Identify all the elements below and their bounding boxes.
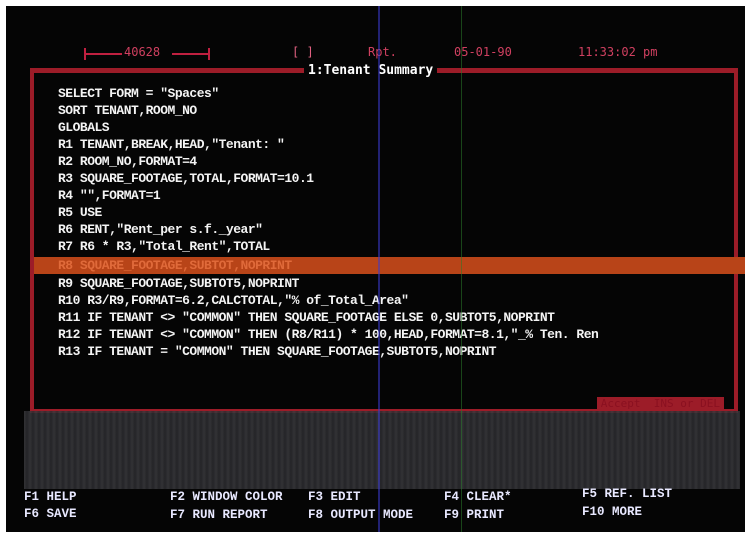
code-line-r7[interactable]: R7 R6 * R3,"Total_Rent",TOTAL [58,238,718,255]
scan-artifact-blue [378,6,380,532]
f4-clear-key[interactable]: F4 CLEAR* [444,489,512,505]
code-line-r8-selected[interactable]: R8 SQUARE_FOOTAGE,SUBTOT,NOPRINT [34,257,745,274]
f8-key-label: OUTPUT MODE [330,508,414,522]
f9-print-key[interactable]: F9 PRINT [444,507,504,523]
f7-run-report-key[interactable]: F7 RUN REPORT [170,507,268,523]
code-line-r6[interactable]: R6 RENT,"Rent_per s.f._year" [58,221,718,238]
code-line-r2[interactable]: R2 ROOM_NO,FORMAT=4 [58,153,718,170]
terminal-screen: 40628 [ ] Rpt. 05-01-90 11:33:02 pm 1:Te… [6,6,745,532]
memory-gauge-left [86,53,122,55]
code-line-r12[interactable]: R12 IF TENANT <> "COMMON" THEN (R8/R11) … [58,326,718,343]
code-line-r9[interactable]: R9 SQUARE_FOOTAGE,SUBTOT5,NOPRINT [58,275,718,292]
code-line-globals[interactable]: GLOBALS [58,119,718,136]
f5-key-label: REF. LIST [604,487,673,501]
f7-key-code: F7 [170,508,186,522]
f6-key-code: F6 [24,507,40,521]
code-line-r4[interactable]: R4 "",FORMAT=1 [58,187,718,204]
f7-key-label: RUN REPORT [192,508,268,522]
f10-key-label: MORE [612,505,643,519]
code-line-r3[interactable]: R3 SQUARE_FOOTAGE,TOTAL,FORMAT=10.1 [58,170,718,187]
date-display: 05-01-90 [454,45,512,59]
code-line-r13[interactable]: R13 IF TENANT = "COMMON" THEN SQUARE_FOO… [58,343,718,360]
scanline-area [24,411,740,489]
code-line-r5[interactable]: R5 USE [58,204,718,221]
f5-ref-list-key[interactable]: F5 REF. LIST [582,486,672,502]
code-line-r11[interactable]: R11 IF TENANT <> "COMMON" THEN SQUARE_FO… [58,309,718,326]
f6-save-key[interactable]: F6 SAVE [24,506,77,522]
code-line-select-form[interactable]: SELECT FORM = "Spaces" [58,85,718,102]
scan-artifact-green [461,6,462,532]
time-display: 11:33:02 pm [578,45,658,59]
memory-gauge-right-tick [208,48,210,60]
f10-more-key[interactable]: F10 MORE [582,504,642,520]
f1-key-label: HELP [46,490,77,504]
f9-key-label: PRINT [466,508,505,522]
code-line-r10[interactable]: R10 R3/R9,FORMAT=6.2,CALCTOTAL,"% of_Tot… [58,292,718,309]
f8-output-mode-key[interactable]: F8 OUTPUT MODE [308,507,413,523]
f8-key-code: F8 [308,508,324,522]
f3-edit-key[interactable]: F3 EDIT [308,489,361,505]
edit-prompt: Accept INS or DEL [596,397,724,411]
window-title: 1:Tenant Summary [304,63,438,79]
f1-key-code: F1 [24,490,40,504]
f5-key-code: F5 [582,487,598,501]
f10-key-code: F10 [582,505,605,519]
f4-key-code: F4 [444,490,460,504]
f2-key-label: WINDOW COLOR [192,490,283,504]
code-line-r1[interactable]: R1 TENANT,BREAK,HEAD,"Tenant: " [58,136,718,153]
memory-counter: 40628 [124,45,161,59]
f2-window-color-key[interactable]: F2 WINDOW COLOR [170,489,283,505]
f9-key-code: F9 [444,508,460,522]
report-window: 1:Tenant Summary SELECT FORM = "Spaces" … [30,63,745,413]
f3-key-label: EDIT [330,490,361,504]
insert-indicator: [ ] [292,45,314,59]
mode-indicator: Rpt. [368,45,397,59]
f3-key-code: F3 [308,490,324,504]
f4-key-label: CLEAR* [466,490,512,504]
f2-key-code: F2 [170,490,186,504]
memory-gauge-right [172,53,208,55]
f1-help-key[interactable]: F1 HELP [24,489,77,505]
code-line-sort[interactable]: SORT TENANT,ROOM_NO [58,102,718,119]
f6-key-label: SAVE [46,507,77,521]
